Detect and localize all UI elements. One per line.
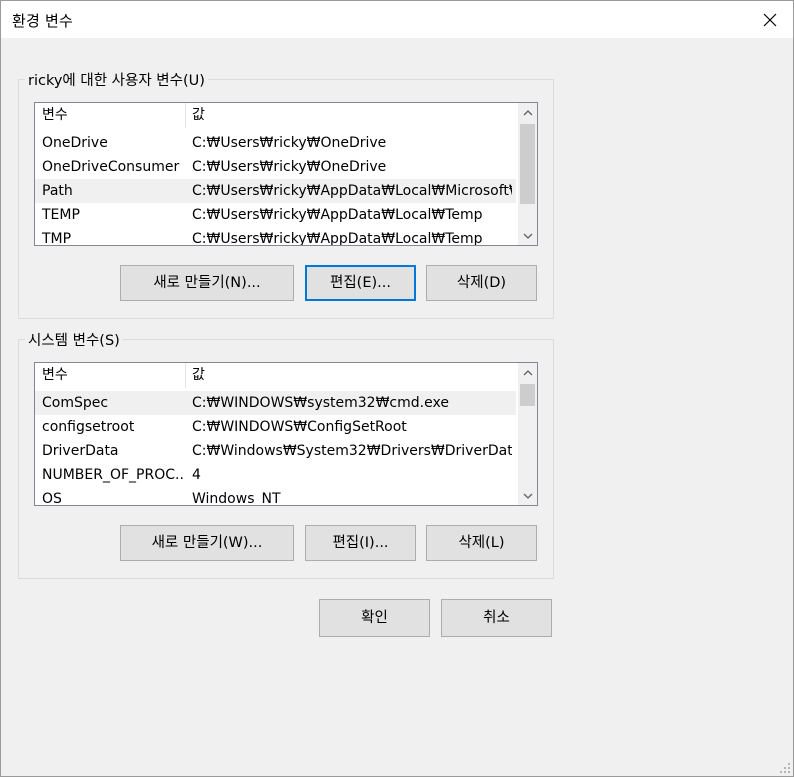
environment-variables-dialog: 환경 변수 ricky에 대한 사용자 변수(U) 변수 값 OneDrive … [0, 0, 794, 777]
column-header-variable[interactable]: 변수 [35, 103, 186, 128]
vertical-scrollbar[interactable] [518, 363, 537, 505]
table-row[interactable]: OS Windows_NT [35, 487, 516, 506]
scroll-up-button[interactable] [518, 363, 537, 382]
variable-name: OS [42, 491, 62, 506]
variable-value: C:₩Users₩ricky₩OneDrive [192, 159, 387, 175]
window-title: 환경 변수 [12, 12, 73, 30]
table-row[interactable]: OneDriveConsumer C:₩Users₩ricky₩OneDrive [35, 155, 516, 179]
system-variables-label: 시스템 변수(S) [25, 329, 123, 350]
variable-name: OneDrive [42, 135, 108, 151]
chevron-down-icon [523, 493, 532, 499]
variable-value: C:₩Users₩ricky₩AppData₩Local₩Microsoft₩.… [192, 183, 512, 199]
variable-name: TEMP [42, 207, 80, 223]
variable-name: configsetroot [42, 419, 135, 435]
variable-name: NUMBER_OF_PROC... [42, 467, 185, 483]
variable-name: DriverData [42, 443, 119, 459]
variable-value: C:₩WINDOWS₩system32₩cmd.exe [192, 395, 449, 411]
table-row[interactable]: TEMP C:₩Users₩ricky₩AppData₩Local₩Temp [35, 203, 516, 227]
variable-value: C:₩WINDOWS₩ConfigSetRoot [192, 419, 407, 435]
variable-value: Windows_NT [192, 491, 281, 506]
variable-name: Path [42, 183, 73, 199]
edit-user-variable-button[interactable]: 편집(E)... [305, 265, 416, 301]
delete-user-variable-button[interactable]: 삭제(D) [426, 265, 537, 301]
user-variables-list[interactable]: 변수 값 OneDrive C:₩Users₩ricky₩OneDrive On… [34, 102, 538, 246]
system-variables-group: 시스템 변수(S) 변수 값 ComSpec C:₩WINDOWS₩system… [18, 329, 554, 579]
close-icon [763, 13, 777, 26]
table-row[interactable]: OneDrive C:₩Users₩ricky₩OneDrive [35, 131, 516, 155]
variable-name: ComSpec [42, 395, 109, 411]
variable-value: C:₩Windows₩System32₩Drivers₩DriverData [192, 443, 512, 459]
table-row-selected[interactable]: ComSpec C:₩WINDOWS₩system32₩cmd.exe [35, 391, 516, 415]
column-header-value[interactable]: 값 [185, 363, 205, 388]
variable-value: C:₩Users₩ricky₩AppData₩Local₩Temp [192, 207, 483, 223]
edit-system-variable-button[interactable]: 편집(I)... [305, 525, 416, 561]
variable-value: 4 [192, 467, 201, 483]
variable-value: C:₩Users₩ricky₩OneDrive [192, 135, 387, 151]
new-system-variable-button[interactable]: 새로 만들기(W)... [120, 525, 294, 561]
scroll-up-button[interactable] [518, 103, 537, 122]
title-bar: 환경 변수 [1, 1, 793, 38]
table-row[interactable]: configsetroot C:₩WINDOWS₩ConfigSetRoot [35, 415, 516, 439]
chevron-up-icon [523, 369, 532, 375]
scroll-thumb[interactable] [520, 124, 535, 204]
column-header-value[interactable]: 값 [185, 103, 205, 128]
system-variables-list[interactable]: 변수 값 ComSpec C:₩WINDOWS₩system32₩cmd.exe… [34, 362, 538, 506]
chevron-down-icon [523, 233, 532, 239]
variable-value: C:₩Users₩ricky₩AppData₩Local₩Temp [192, 231, 483, 246]
table-row-selected[interactable]: Path C:₩Users₩ricky₩AppData₩Local₩Micros… [35, 179, 516, 203]
table-row[interactable]: DriverData C:₩Windows₩System32₩Drivers₩D… [35, 439, 516, 463]
resize-grip-icon[interactable] [778, 761, 790, 773]
vertical-scrollbar[interactable] [518, 103, 537, 245]
chevron-up-icon [523, 109, 532, 115]
cancel-button[interactable]: 취소 [441, 599, 552, 637]
list-header: 변수 값 [35, 103, 518, 128]
column-header-variable[interactable]: 변수 [35, 363, 186, 388]
table-row[interactable]: NUMBER_OF_PROC... 4 [35, 463, 516, 487]
scroll-thumb[interactable] [520, 384, 535, 406]
user-variables-label: ricky에 대한 사용자 변수(U) [25, 69, 208, 90]
variable-name: OneDriveConsumer [42, 159, 180, 175]
scroll-down-button[interactable] [518, 226, 537, 245]
scroll-down-button[interactable] [518, 486, 537, 505]
user-variables-group: ricky에 대한 사용자 변수(U) 변수 값 OneDrive C:₩Use… [18, 69, 554, 319]
delete-system-variable-button[interactable]: 삭제(L) [426, 525, 537, 561]
close-button[interactable] [747, 1, 793, 38]
table-row[interactable]: TMP C:₩Users₩ricky₩AppData₩Local₩Temp [35, 227, 516, 246]
ok-button[interactable]: 확인 [319, 599, 430, 637]
variable-name: TMP [42, 231, 72, 246]
list-header: 변수 값 [35, 363, 518, 388]
new-user-variable-button[interactable]: 새로 만들기(N)... [120, 265, 294, 301]
